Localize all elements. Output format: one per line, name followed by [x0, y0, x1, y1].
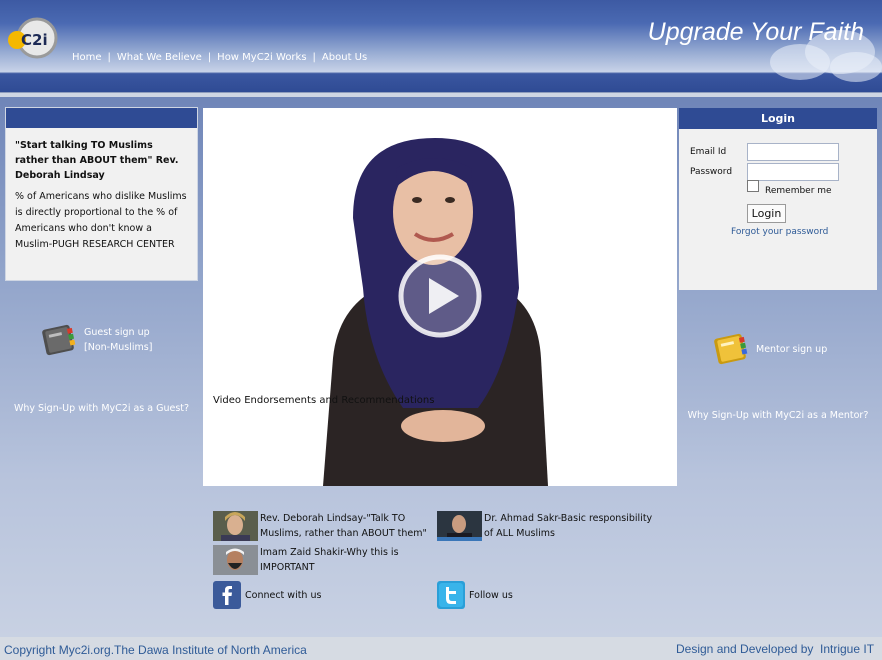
featured-quote: "Start talking TO Muslims rather than AB…	[15, 140, 179, 181]
endorsement-item[interactable]: Dr. Ahmad Sakr-Basic responsibility of A…	[437, 511, 652, 541]
credit-prefix: Design and Developed by	[676, 642, 814, 656]
video-thumbnail[interactable]	[437, 511, 482, 541]
endorsement-line: IMPORTANT	[260, 562, 315, 573]
main-nav: Home | What We Believe | How MyC2i Works…	[68, 52, 371, 63]
nav-separator: |	[207, 52, 212, 63]
why-mentor-link[interactable]: Why Sign-Up with MyC2i as a Mentor?	[679, 410, 877, 421]
forgot-password-link[interactable]: Forgot your password	[731, 227, 828, 237]
nav-home[interactable]: Home	[68, 52, 106, 63]
remember-me-label: Remember me	[765, 186, 832, 196]
mentor-signup-label: Mentor sign up	[756, 343, 828, 355]
nav-separator: |	[312, 52, 316, 63]
facebook-link[interactable]: Connect with us	[213, 581, 321, 609]
guest-signup-label: Guest sign up	[84, 327, 150, 338]
quote-box-header	[6, 108, 197, 128]
endorsement-item[interactable]: Rev. Deborah Lindsay-"Talk TO Muslims, r…	[213, 511, 427, 541]
quote-box: "Start talking TO Muslims rather than AB…	[5, 107, 198, 281]
nav-what-we-believe[interactable]: What We Believe	[113, 52, 206, 63]
site-tagline: Upgrade Your Faith	[647, 18, 864, 46]
password-field[interactable]	[747, 163, 839, 181]
guest-signup-link[interactable]: Guest sign up [Non-Muslims]	[38, 322, 152, 358]
endorsement-line: Dr. Ahmad Sakr-Basic responsibility	[484, 513, 653, 524]
site-header: C2i Home | What We Believe | How MyC2i W…	[0, 0, 882, 93]
endorsement-item[interactable]: Imam Zaid Shakir-Why this is IMPORTANT	[213, 545, 399, 575]
endorsement-line: Imam Zaid Shakir-Why this is	[260, 547, 399, 558]
credit-link[interactable]: Intrigue IT	[820, 642, 874, 656]
twitter-icon	[437, 581, 465, 609]
cloud-decoration	[830, 52, 882, 82]
intro-video[interactable]	[203, 108, 677, 486]
twitter-label: Follow us	[469, 589, 513, 601]
main-content: "Start talking TO Muslims rather than AB…	[0, 97, 882, 637]
facebook-icon	[213, 581, 241, 609]
address-book-icon	[42, 324, 76, 356]
remember-me-checkbox[interactable]	[747, 180, 759, 192]
video-frame	[203, 108, 677, 486]
address-book-icon	[714, 333, 748, 365]
why-guest-link[interactable]: Why Sign-Up with MyC2i as a Guest?	[5, 403, 198, 414]
endorsement-line: Rev. Deborah Lindsay-"Talk TO	[260, 513, 406, 524]
copyright-text: Copyright Myc2i.org.The Dawa Institute o…	[4, 643, 307, 657]
guest-signup-sublabel: [Non-Muslims]	[84, 342, 153, 353]
nav-how-it-works[interactable]: How MyC2i Works	[213, 52, 310, 63]
login-button[interactable]: Login	[747, 204, 786, 223]
facebook-label: Connect with us	[245, 589, 322, 601]
research-fact: % of Americans who dislike Muslims is di…	[15, 191, 187, 250]
nav-about-us[interactable]: About Us	[318, 52, 371, 63]
mentor-signup-link[interactable]: Mentor sign up	[710, 331, 827, 367]
password-label: Password	[690, 167, 733, 177]
play-icon[interactable]	[398, 254, 482, 338]
twitter-link[interactable]: Follow us	[437, 581, 513, 609]
logo-text: C2i	[21, 31, 48, 49]
email-label: Email Id	[690, 147, 727, 157]
endorsements-title: Video Endorsements and Recommendations	[213, 395, 435, 406]
login-box: Login Email Id Password Remember me Logi…	[679, 108, 877, 290]
email-field[interactable]	[747, 143, 839, 161]
login-title: Login	[679, 108, 877, 129]
endorsement-line: of ALL Muslims	[484, 528, 555, 539]
video-thumbnail[interactable]	[213, 545, 258, 575]
c2i-logo[interactable]: C2i	[6, 16, 60, 62]
site-footer: Copyright Myc2i.org.The Dawa Institute o…	[0, 637, 882, 660]
nav-separator: |	[107, 52, 111, 63]
video-thumbnail[interactable]	[213, 511, 258, 541]
endorsement-line: Muslims, rather than ABOUT them"	[260, 528, 427, 539]
